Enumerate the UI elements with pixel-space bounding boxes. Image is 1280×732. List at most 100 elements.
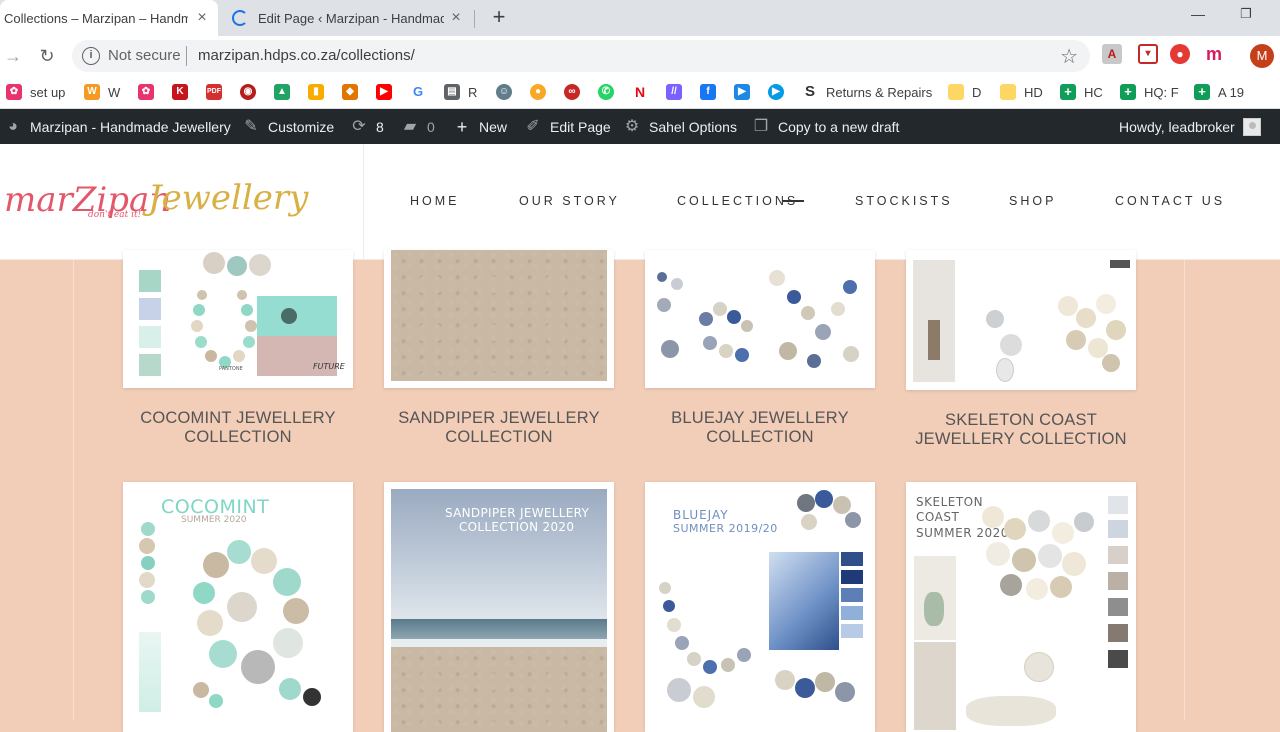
bookmark-item[interactable]: HD [1000, 82, 1043, 102]
url-text[interactable]: marzipan.hdps.co.za/collections/ [198, 47, 415, 64]
bookmark-item[interactable]: ▮ [308, 82, 332, 102]
bookmark-item[interactable]: + A 19 [1194, 82, 1244, 102]
new-label: New [479, 118, 508, 135]
bookmark-item[interactable]: ✆ [598, 82, 622, 102]
tab-edit-page[interactable]: Edit Page ‹ Marzipan - Handmade Jeweller… [222, 0, 472, 36]
bookmarks-bar: ✿ set up WW ✿ K PDF ◉ ▲ ▮ ◆ ▶ G ▤ R ☺ ● ∞ … [0, 76, 1280, 109]
bookmark-star-icon[interactable]: ☆ [1060, 44, 1078, 69]
new-content-button[interactable]: + New [453, 109, 507, 144]
collection-poster-bluejay[interactable]: BLUEJAY SUMMER 2019/20 [645, 482, 875, 732]
collection-title-bluejay[interactable]: BLUEJAY JEWELLERY COLLECTION [645, 409, 875, 447]
ad-block-extension-icon[interactable]: ● [1170, 44, 1190, 64]
nav-stockists[interactable]: STOCKISTS [855, 194, 953, 208]
theme-options-button[interactable]: ⚙ Sahel Options [623, 109, 737, 144]
copy-draft-label: Copy to a new draft [778, 118, 900, 135]
comments-count: 0 [427, 118, 435, 135]
collection-title-sandpiper[interactable]: SANDPIPER JEWELLERY COLLECTION [384, 409, 614, 447]
divider [186, 46, 187, 66]
r-icon: ▤ [444, 84, 460, 100]
bookmark-item[interactable]: ☺ [496, 82, 520, 102]
site-header: marZipan don't eat it! Jewellery HOME OU… [0, 144, 1280, 260]
butterfly-icon: ✿ [6, 84, 22, 100]
close-tab-icon[interactable]: × [448, 10, 464, 26]
collection-title-skeleton-coast[interactable]: SKELETON COAST JEWELLERY COLLECTION [906, 411, 1136, 449]
bee-icon: ● [530, 84, 546, 100]
bookmark-item[interactable]: ◉ [240, 82, 264, 102]
nav-shop[interactable]: SHOP [1009, 194, 1056, 208]
bookmark-item[interactable]: ∞ [564, 82, 588, 102]
tab-collections[interactable]: Collections – Marzipan – Handmade Jewell… [0, 0, 218, 36]
collection-poster-skeleton-coast[interactable]: SKELETON COAST SUMMER 2020 [906, 482, 1136, 732]
facebook-icon: f [700, 84, 716, 100]
reload-icon[interactable]: ↻ [36, 45, 58, 67]
collection-title-cocomint[interactable]: COCOMINT JEWELLERY COLLECTION [123, 409, 353, 447]
poster-title: BLUEJAY [673, 508, 729, 522]
loading-spinner-icon [232, 10, 248, 26]
bookmark-item[interactable]: ✿ set up [6, 82, 65, 102]
site-logo[interactable]: marZipan don't eat it! Jewellery [0, 144, 364, 260]
customize-button[interactable]: ✎ Customize [242, 109, 334, 144]
collection-image-skeleton-coast-jewellery[interactable] [906, 250, 1136, 390]
bookmark-item[interactable]: G [410, 82, 434, 102]
bookmark-item[interactable]: ● [530, 82, 554, 102]
bookmark-item[interactable]: ▤ R [444, 82, 477, 102]
nav-home[interactable]: HOME [410, 194, 460, 208]
bookmark-item[interactable]: ▲ [274, 82, 298, 102]
site-name-menu[interactable]: ◕ Marzipan - Handmade Jewellery [4, 109, 231, 144]
minimize-icon[interactable]: — [1188, 6, 1208, 26]
bookmark-item[interactable]: K [172, 82, 196, 102]
brush-icon: ✎ [244, 117, 258, 135]
logo-tagline: don't eat it! [88, 210, 142, 220]
s-icon: S [802, 84, 818, 100]
updates-button[interactable]: ⟳ 8 [350, 109, 384, 144]
play-circle-icon: ▶ [768, 84, 784, 100]
youtube-icon: ▶ [376, 84, 392, 100]
bookmark-item[interactable]: // [666, 82, 690, 102]
edit-page-button[interactable]: ✐ Edit Page [524, 109, 610, 144]
whatsapp-icon: ✆ [598, 84, 614, 100]
acrobat-extension-icon[interactable]: A [1102, 44, 1122, 64]
copy-draft-button[interactable]: ❐ Copy to a new draft [752, 109, 900, 144]
restore-icon[interactable]: ❐ [1236, 6, 1256, 26]
bookmark-item[interactable]: ▶ [768, 82, 792, 102]
nav-contact-us[interactable]: CONTACT US [1115, 194, 1225, 208]
bookmark-item[interactable]: + HC [1060, 82, 1103, 102]
collection-image-sandpiper-beach[interactable] [384, 250, 614, 388]
tab-separator [474, 10, 475, 28]
pencil-icon: ✐ [526, 117, 540, 135]
pocket-extension-icon[interactable]: ▾ [1138, 44, 1158, 64]
bookmark-item[interactable]: ◆ [342, 82, 366, 102]
new-tab-button[interactable]: + [488, 6, 510, 29]
w-icon: W [84, 84, 100, 100]
folder-icon [948, 84, 964, 100]
moodboard-brand: PANTONE [219, 366, 243, 372]
bookmark-item[interactable]: ▶ [376, 82, 400, 102]
bookmark-item[interactable]: f [700, 82, 724, 102]
bookmark-item[interactable]: PDF [206, 82, 230, 102]
bookmark-item[interactable]: ✿ [138, 82, 162, 102]
comments-button[interactable]: ▰ 0 [401, 109, 435, 144]
sheets-icon: + [1120, 84, 1136, 100]
collection-image-bluejay-jewellery[interactable] [645, 250, 875, 388]
bookmark-item[interactable]: ▶ [734, 82, 758, 102]
collection-poster-cocomint[interactable]: COCOMINT SUMMER 2020 [123, 482, 353, 732]
close-tab-icon[interactable]: × [194, 10, 210, 26]
nav-our-story[interactable]: OUR STORY [519, 194, 620, 208]
m-extension-icon[interactable]: m [1204, 44, 1224, 64]
collection-image-cocomint-moodboard[interactable]: FUTURE PANTONE [123, 250, 353, 388]
updates-count: 8 [376, 118, 384, 135]
address-bar[interactable]: i Not secure marzipan.hdps.co.za/collect… [72, 40, 1090, 72]
bookmark-item[interactable]: S Returns & Repairs [802, 82, 932, 102]
poster-title: SANDPIPER JEWELLERY [445, 506, 590, 520]
forward-icon[interactable]: → [2, 45, 24, 67]
nav-collections[interactable]: COLLECTIONS [677, 194, 798, 208]
collection-poster-sandpiper[interactable]: SANDPIPER JEWELLERY COLLECTION 2020 [384, 482, 614, 732]
profile-avatar[interactable]: M [1250, 44, 1274, 68]
bookmark-item[interactable]: D [948, 82, 981, 102]
bookmark-item[interactable]: N [632, 82, 656, 102]
info-icon[interactable]: i [82, 47, 100, 65]
bookmark-item[interactable]: WW [84, 82, 120, 102]
bookmark-item[interactable]: + HQ: F [1120, 82, 1179, 102]
user-account-menu[interactable]: Howdy, leadbroker [1119, 109, 1261, 144]
comment-icon: ▰ [403, 117, 417, 135]
